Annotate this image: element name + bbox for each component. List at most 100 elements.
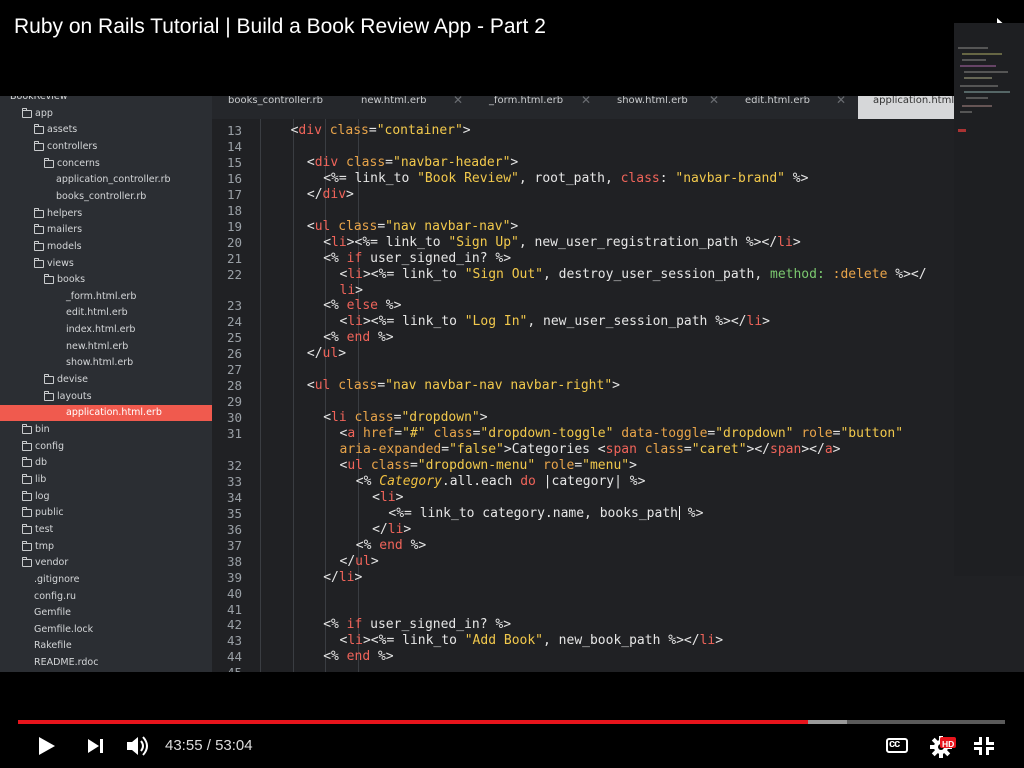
sidebar-item[interactable]: application_controller.rb <box>0 172 212 188</box>
code-line[interactable]: <% end %> <box>323 330 393 346</box>
sidebar-item[interactable]: assets <box>0 122 212 138</box>
code-line[interactable]: aria-expanded="false">Categories <span c… <box>340 442 841 458</box>
code-line[interactable]: <li><%= link_to "Add Book", new_book_pat… <box>340 633 724 649</box>
code-line[interactable]: li> <box>340 283 363 299</box>
sidebar-item[interactable]: edit.html.erb <box>0 305 212 321</box>
code-minimap[interactable] <box>954 23 1024 576</box>
code-line[interactable]: <ul class="dropdown-menu" role="menu"> <box>340 458 637 474</box>
video-title[interactable]: Ruby on Rails Tutorial | Build a Book Re… <box>14 15 546 39</box>
code-line[interactable]: <% end %> <box>323 649 393 665</box>
sidebar-item[interactable]: vendor <box>0 555 212 571</box>
code-line[interactable]: <li><%= link_to "Sign Up", new_user_regi… <box>323 235 800 251</box>
code-line[interactable]: <div class="navbar-header"> <box>307 155 518 171</box>
sidebar-item[interactable]: Gemfile <box>0 605 212 621</box>
sidebar-item[interactable]: .gitignore <box>0 572 212 588</box>
exit-fullscreen-icon[interactable] <box>972 735 996 757</box>
code-line[interactable]: </li> <box>323 570 362 586</box>
code-token: > <box>395 489 404 505</box>
code-line[interactable]: <% Category.all.each do |category| %> <box>356 474 646 490</box>
line-number: 23 <box>226 298 242 314</box>
code-line[interactable]: <%= link_to category.name, books_path %> <box>388 506 703 522</box>
editor-tab[interactable]: edit.html.erb ✕ <box>745 96 855 119</box>
code-line[interactable]: <% else %> <box>323 298 401 314</box>
editor-tab[interactable]: books_controller.rb <box>228 96 338 119</box>
next-icon[interactable] <box>85 736 107 756</box>
sidebar-item[interactable]: devise <box>0 372 212 388</box>
sidebar-item[interactable]: README.rdoc <box>0 655 212 671</box>
sidebar-item[interactable]: helpers <box>0 206 212 222</box>
sidebar-item[interactable]: bin <box>0 422 212 438</box>
current-time: 43:55 <box>165 737 203 754</box>
code-line[interactable]: <ul class="nav navbar-nav navbar-right"> <box>307 378 620 394</box>
code-area[interactable]: 13 <div class="container"> 14 15 <div class=… <box>212 119 954 672</box>
sidebar-item[interactable]: Rakefile <box>0 638 212 654</box>
code-line[interactable]: </div> <box>307 187 354 203</box>
captions-icon[interactable]: cc <box>886 738 908 753</box>
code-token: if <box>346 617 363 633</box>
code-token: <% <box>323 617 347 633</box>
tab-close-icon[interactable]: ✕ <box>453 96 463 106</box>
sidebar-item[interactable]: config <box>0 439 212 455</box>
code-token: > <box>479 410 488 426</box>
code-line[interactable]: </ul> <box>340 554 379 570</box>
code-line[interactable]: </li> <box>372 522 411 538</box>
sidebar-item[interactable]: application.html.erb <box>0 405 212 422</box>
sidebar-item[interactable]: books_controller.rb <box>0 189 212 205</box>
code-line[interactable]: <% if user_signed_in? %> <box>323 251 511 267</box>
sidebar-item[interactable]: models <box>0 239 212 255</box>
code-line[interactable]: </ul> <box>307 346 346 362</box>
folder-icon <box>22 440 32 451</box>
sidebar-item[interactable]: layouts <box>0 389 212 405</box>
code-line[interactable]: <ul class="nav navbar-nav"> <box>307 219 518 235</box>
sidebar-item[interactable]: public <box>0 505 212 521</box>
code-line[interactable]: <li><%= link_to "Sign Out", destroy_user… <box>340 267 927 283</box>
editor-tab[interactable]: new.html.erb ✕ <box>361 96 471 119</box>
sidebar-item[interactable]: mailers <box>0 222 212 238</box>
sidebar-item[interactable]: config.ru <box>0 589 212 605</box>
line-number: 35 <box>226 505 242 521</box>
code-line[interactable]: <div class="container"> <box>291 123 471 139</box>
play-icon[interactable] <box>34 734 58 758</box>
code-line[interactable]: <%= link_to "Book Review", root_path, cl… <box>323 171 808 187</box>
sidebar-item[interactable]: new.html.erb <box>0 339 212 355</box>
code-line[interactable]: <li class="dropdown"> <box>323 410 487 426</box>
editor-tab[interactable]: show.html.erb ✕ <box>617 96 727 119</box>
sidebar-item[interactable]: tmp <box>0 539 212 555</box>
tab-close-icon[interactable]: ✕ <box>709 96 719 106</box>
code-token: div <box>298 123 322 138</box>
code-editor-frame: BookReview app assets controllers concerns ap… <box>0 96 1024 672</box>
indent-guide <box>357 119 359 672</box>
code-line[interactable]: <a href="#" class="dropdown-toggle" data… <box>340 426 904 442</box>
code-line[interactable]: <% end %> <box>356 538 426 554</box>
sidebar-item[interactable]: _form.html.erb <box>0 289 212 305</box>
code-token: "button" <box>840 426 904 442</box>
code-line[interactable]: <% if user_signed_in? %> <box>323 617 511 633</box>
tab-close-icon[interactable]: ✕ <box>581 96 591 106</box>
volume-icon[interactable] <box>124 733 152 759</box>
sidebar-item[interactable]: controllers <box>0 139 212 155</box>
sidebar-item[interactable]: views <box>0 256 212 272</box>
sidebar-item[interactable]: Gemfile.lock <box>0 622 212 638</box>
sidebar-item[interactable]: app <box>0 106 212 122</box>
code-token: "navbar-header" <box>393 154 511 170</box>
editor-tab[interactable]: _form.html.erb ✕ <box>489 96 599 119</box>
sidebar-item[interactable]: index.html.erb <box>0 322 212 338</box>
folder-icon <box>34 207 44 218</box>
sidebar-item[interactable]: log <box>0 489 212 505</box>
progress-played[interactable] <box>18 720 808 724</box>
sidebar-item[interactable]: BookReview <box>0 96 212 105</box>
sidebar-item[interactable]: show.html.erb <box>0 355 212 371</box>
sidebar-item[interactable]: db <box>0 455 212 471</box>
code-token: <% <box>323 649 347 665</box>
code-line[interactable]: <li> <box>372 490 403 506</box>
code-token: > <box>370 553 379 569</box>
code-token: do <box>520 473 536 489</box>
tab-close-icon[interactable]: ✕ <box>836 96 846 106</box>
code-line[interactable]: <li><%= link_to "Log In", new_user_sessi… <box>340 314 771 330</box>
code-token: < <box>323 234 332 250</box>
sidebar-item[interactable]: books <box>0 272 212 288</box>
sidebar-item[interactable]: concerns <box>0 156 212 172</box>
sidebar-item[interactable]: lib <box>0 472 212 488</box>
sidebar-item[interactable]: test <box>0 522 212 538</box>
